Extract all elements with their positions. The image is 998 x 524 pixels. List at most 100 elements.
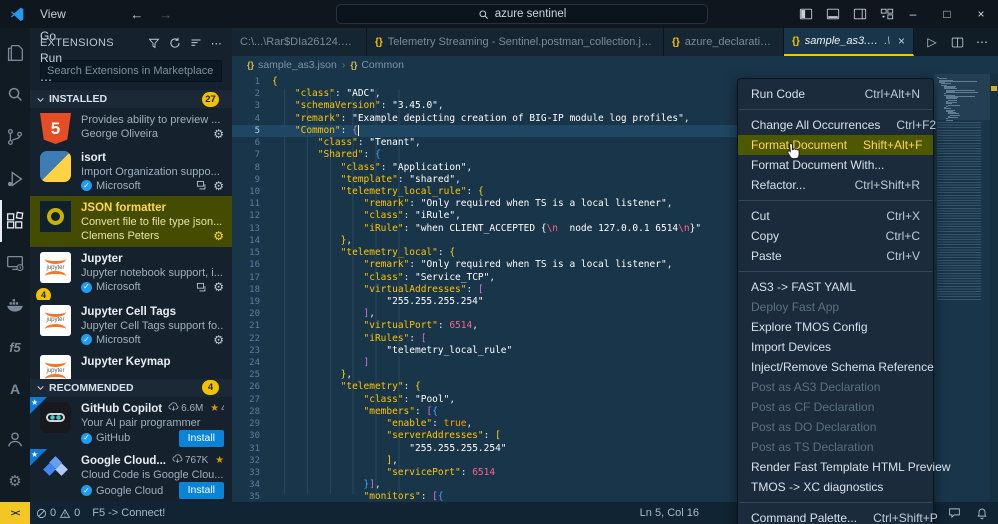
extension-description: Import Organization suppo... [81, 165, 224, 179]
extension-isort[interactable]: isortImport Organization suppo...✓Micros… [30, 146, 232, 197]
line-text: "virtualPort": 6514, [272, 320, 478, 332]
gear-icon[interactable]: ⚙ [213, 127, 224, 141]
activity-bar-settings-icon[interactable]: ⚙ [0, 460, 30, 502]
extension-github-copilot[interactable]: ★GitHub Copilot6.6M ★4Your AI pair progr… [30, 397, 232, 450]
menu-item-refactor[interactable]: Refactor...Ctrl+Shift+R [738, 175, 933, 195]
menu-item-change-all-occurrences[interactable]: Change All OccurrencesCtrl+F2 [738, 115, 933, 135]
section-header-recommended[interactable]: RECOMMENDED4 [30, 379, 232, 397]
forward-icon[interactable]: → [159, 7, 172, 22]
verified-publisher-icon: ✓ [81, 180, 92, 191]
activity-bar-explorer-icon[interactable] [0, 32, 30, 74]
menu-item-inject-remove-schema-reference[interactable]: Inject/Remove Schema Reference [738, 357, 933, 377]
menu-item-cut[interactable]: CutCtrl+X [738, 206, 933, 226]
feedback-icon[interactable] [948, 507, 961, 519]
activity-bar-account-icon[interactable] [0, 418, 30, 460]
menu-item-shortcut: Ctrl+V [886, 249, 920, 263]
extension-jupyter-keymap[interactable]: jupyterJupyter Keymap [30, 350, 232, 378]
menu-item-label: Format Document With... [751, 158, 884, 172]
menu-item-format-document[interactable]: Format DocumentShift+Alt+F [738, 135, 933, 155]
toggle-panel-icon[interactable] [826, 7, 840, 21]
command-center-search[interactable]: azure sentinel [336, 4, 708, 24]
menubar-item-run[interactable]: Run [33, 47, 96, 69]
extension-provides-ability-to-preview[interactable]: 5Provides ability to preview ...George O… [30, 108, 232, 146]
tab-azure-declaration-json[interactable]: {}azure_declaration.json [664, 28, 784, 56]
remote-install-icon[interactable] [196, 180, 207, 191]
more-actions-icon[interactable]: ⋯ [211, 37, 222, 50]
activity-bar-remote-explorer-icon[interactable] [0, 242, 30, 284]
extension-jupyter-cell-tags[interactable]: jupyterJupyter Cell TagsJupyter Cell Tag… [30, 300, 232, 351]
menu-item-shortcut: Ctrl+F2 [896, 118, 936, 132]
gear-icon[interactable]: ⚙ [213, 229, 224, 243]
menu-item-command-palette[interactable]: Command Palette...Ctrl+Shift+P [738, 508, 933, 524]
activity-bar-source-control-icon[interactable] [0, 116, 30, 158]
menubar-item-go[interactable]: Go [33, 25, 96, 47]
menu-item-render-fast-template-html-preview[interactable]: Render Fast Template HTML Preview [738, 457, 933, 477]
close-icon[interactable]: × [964, 0, 998, 28]
activity-bar-extensions-icon[interactable] [0, 200, 30, 242]
section-header-installed[interactable]: INSTALLED27 [30, 90, 232, 108]
line-text: }, [272, 235, 352, 247]
gear-icon[interactable]: ⚙ [213, 333, 224, 347]
cursor-position-status[interactable]: Ln 5, Col 16 [634, 502, 705, 524]
activity-bar-search-icon[interactable] [0, 74, 30, 116]
tab-sample-as3-json[interactable]: {}sample_as3.json.\× [784, 28, 914, 56]
bell-icon[interactable] [976, 507, 988, 520]
menu-item-import-devices[interactable]: Import Devices [738, 337, 933, 357]
problems-status[interactable]: 0 0 [30, 502, 86, 524]
rating-value: 4 [221, 402, 224, 416]
remote-install-icon[interactable] [196, 282, 207, 293]
menu-item-label: Render Fast Template HTML Preview [751, 460, 950, 474]
more-editor-actions-icon[interactable]: ⋯ [971, 31, 993, 53]
activity-bar-azure-icon[interactable]: A [0, 368, 30, 410]
line-text: "telemetry_local_rule": { [272, 186, 484, 198]
activity-bar-f5-icon[interactable]: f5 [0, 326, 30, 368]
menu-item-explore-tmos-config[interactable]: Explore TMOS Config [738, 317, 933, 337]
gear-icon[interactable]: ⚙ [213, 179, 224, 193]
remote-indicator[interactable]: >< [0, 502, 30, 524]
menu-item-copy[interactable]: CopyCtrl+C [738, 226, 933, 246]
line-text: "telemetry_local": { [272, 247, 455, 259]
minimap[interactable] [934, 74, 990, 502]
breadcrumb-item-sample-as3-json[interactable]: {}sample_as3.json [247, 59, 337, 71]
menubar-item-more[interactable]: ⋯ [33, 69, 96, 91]
line-text: "class": "iRule", [272, 210, 461, 222]
split-editor-icon[interactable] [946, 31, 968, 53]
menu-item-post-as-do-declaration: Post as DO Declaration [738, 417, 933, 437]
minimize-icon[interactable]: – [896, 0, 930, 28]
filter-icon[interactable] [148, 37, 160, 49]
run-code-icon[interactable]: ▷ [921, 31, 943, 53]
line-number: 26 [232, 381, 272, 393]
refresh-icon[interactable] [169, 37, 181, 49]
menu-item-format-document-with[interactable]: Format Document With... [738, 155, 933, 175]
maximize-icon[interactable]: □ [930, 0, 964, 28]
search-icon [478, 9, 489, 20]
extension-json-formatter[interactable]: JSON formatterConvert file to file type … [30, 196, 232, 247]
menu-item-tmos-xc-diagnostics[interactable]: TMOS -> XC diagnostics [738, 477, 933, 497]
activity-bar-run-debug-icon[interactable] [0, 158, 30, 200]
extension-icon: 5 [40, 113, 72, 144]
text-cursor [358, 125, 359, 136]
tab-telemetry-streaming-sentinel-postman-collection-json[interactable]: {}Telemetry Streaming - Sentinel.postman… [367, 28, 664, 56]
toggle-sidebar-icon[interactable] [799, 7, 813, 21]
install-button[interactable]: Install [179, 430, 224, 447]
toggle-secondary-sidebar-icon[interactable] [853, 7, 867, 21]
menu-item-paste[interactable]: PasteCtrl+V [738, 246, 933, 266]
extension-badge: 4 [36, 288, 51, 300]
close-tab-icon[interactable]: × [898, 34, 905, 48]
customize-layout-icon[interactable] [880, 7, 894, 21]
section-badge: 4 [202, 380, 219, 395]
back-icon[interactable]: ← [130, 7, 143, 22]
f5-connect-status[interactable]: F5 -> Connect! [86, 502, 171, 524]
tab-c-rar-dia26124-19679[interactable]: C:\...\Rar$DIa26124.19679 [232, 28, 367, 56]
install-button[interactable]: Install [179, 482, 224, 499]
menubar-item-view[interactable]: View [33, 3, 96, 25]
extension-google-cloud[interactable]: ★Google Cloud...767K ★3Cloud Code is Goo… [30, 449, 232, 502]
activity-bar-docker-icon[interactable] [0, 284, 30, 326]
menu-item-as3-fast-yaml[interactable]: AS3 -> FAST YAML [738, 277, 933, 297]
clear-extensions-icon[interactable] [190, 37, 202, 49]
extension-jupyter[interactable]: jupyter4JupyterJupyter notebook support,… [30, 247, 232, 300]
menu-item-run-code[interactable]: Run CodeCtrl+Alt+N [738, 84, 933, 104]
breadcrumb-item-common[interactable]: {}Common [350, 59, 404, 71]
gear-icon[interactable]: ⚙ [213, 280, 224, 294]
line-text: "class": "Tenant", [272, 137, 421, 149]
